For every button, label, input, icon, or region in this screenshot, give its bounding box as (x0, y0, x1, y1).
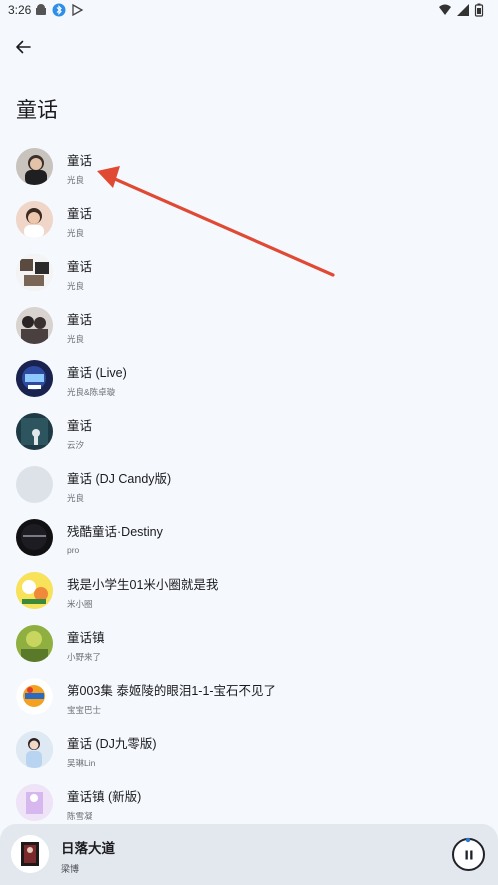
song-item[interactable]: 童话镇 小野来了 (0, 617, 498, 670)
album-cover (16, 201, 53, 238)
album-cover (16, 466, 53, 503)
song-item[interactable]: 童话 光良 (0, 140, 498, 193)
album-cover (16, 360, 53, 397)
song-item[interactable]: 童话 云汐 (0, 405, 498, 458)
now-playing-cover (11, 835, 49, 873)
wifi-icon (438, 3, 452, 17)
song-title: 童话镇 (67, 631, 105, 645)
song-title: 我是小学生01米小圈就是我 (67, 578, 219, 592)
album-cover (16, 678, 53, 715)
signal-icon (456, 3, 470, 17)
status-time: 3:26 (8, 3, 32, 17)
song-artist: 米小圈 (67, 599, 93, 609)
song-title: 童话 (67, 154, 93, 168)
album-cover (16, 519, 53, 556)
song-artist: pro (67, 545, 80, 555)
song-artist: 云汐 (67, 440, 85, 450)
song-artist: 光良 (67, 334, 85, 344)
album-cover (16, 254, 53, 291)
album-cover (16, 731, 53, 768)
song-artist: 光良 (67, 493, 85, 503)
status-bar: 3:26 (0, 0, 498, 22)
arrow-back-icon (16, 40, 31, 54)
song-list: 童话 光良 童话 光良 童话 光良 童话 光良 童话 (Live) 光良&陈卓璇 (0, 140, 498, 829)
mini-player[interactable]: 日落大道 梁博 (0, 824, 498, 885)
battery-icon (474, 3, 488, 17)
song-item[interactable]: 童话 (DJ九零版) 吴琳Lin (0, 723, 498, 776)
song-artist: 陈雪凝 (67, 811, 93, 821)
album-cover (16, 148, 53, 185)
play-store-icon (70, 3, 84, 17)
song-title: 童话镇 (新版) (67, 790, 142, 804)
song-item[interactable]: 童话 光良 (0, 299, 498, 352)
now-playing-title: 日落大道 (61, 841, 115, 856)
song-item[interactable]: 第003集 泰姬陵的眼泪1-1-宝石不见了 宝宝巴士 (0, 670, 498, 723)
song-artist: 吴琳Lin (67, 758, 96, 768)
song-title: 残酷童话·Destiny (67, 525, 163, 539)
album-cover (16, 572, 53, 609)
album-cover (16, 307, 53, 344)
now-playing-artist: 梁博 (61, 864, 80, 874)
page-title: 童话 (16, 99, 58, 122)
song-artist: 光良&陈卓璇 (67, 387, 116, 397)
song-title: 第003集 泰姬陵的眼泪1-1-宝石不见了 (67, 684, 277, 698)
song-item[interactable]: 童话 光良 (0, 193, 498, 246)
song-item[interactable]: 童话 (Live) 光良&陈卓璇 (0, 352, 498, 405)
album-cover (16, 625, 53, 662)
song-title: 童话 (Live) (67, 366, 127, 380)
song-title: 童话 (67, 207, 93, 221)
pause-icon (465, 850, 472, 859)
song-artist: 光良 (67, 281, 85, 291)
song-title: 童话 (67, 419, 93, 433)
progress-indicator (465, 837, 471, 843)
song-artist: 光良 (67, 228, 85, 238)
song-artist: 宝宝巴士 (67, 705, 102, 715)
bluetooth-icon (52, 3, 66, 17)
android-icon (34, 3, 48, 17)
song-title: 童话 (67, 260, 93, 274)
song-artist: 小野来了 (67, 652, 102, 662)
album-cover (16, 784, 53, 821)
song-item[interactable]: 童话 光良 (0, 246, 498, 299)
song-title: 童话 (67, 313, 93, 327)
notification-icons (34, 3, 84, 17)
song-item[interactable]: 童话镇 (新版) 陈雪凝 (0, 776, 498, 829)
song-artist: 光良 (67, 175, 85, 185)
song-item[interactable]: 残酷童话·Destiny pro (0, 511, 498, 564)
song-title: 童话 (DJ Candy版) (67, 472, 172, 486)
song-title: 童话 (DJ九零版) (67, 737, 157, 751)
song-item[interactable]: 童话 (DJ Candy版) 光良 (0, 458, 498, 511)
system-icons (438, 3, 488, 17)
back-button[interactable] (8, 32, 38, 62)
album-cover (16, 413, 53, 450)
song-item[interactable]: 我是小学生01米小圈就是我 米小圈 (0, 564, 498, 617)
